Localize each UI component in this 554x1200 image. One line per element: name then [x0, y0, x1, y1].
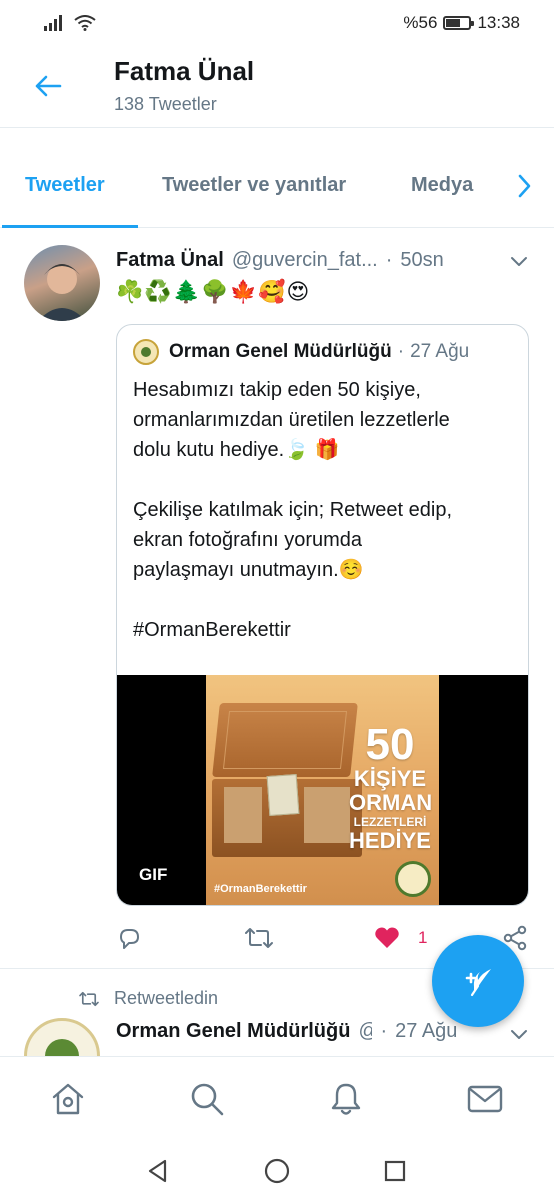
tab-tweets-and-replies[interactable]: Tweetler ve yanıtlar: [162, 174, 346, 197]
battery-percent: %56: [403, 13, 438, 32]
system-back-button[interactable]: [143, 1156, 173, 1186]
text-line: paylaşmayı unutmayın.☺️: [133, 559, 364, 581]
system-navigation: [0, 1142, 554, 1200]
tweet[interactable]: Fatma Ünal @guvercin_fat... · 50sn ☘️♻️🌲…: [0, 229, 554, 969]
chevron-down-icon: [511, 257, 527, 266]
status-bar: %56 13:38: [0, 0, 554, 46]
heart-icon: [375, 927, 399, 948]
author-handle[interactable]: @: [358, 1020, 372, 1043]
retweet-indicator: Retweetledin: [78, 988, 218, 1009]
gift-package: [266, 774, 300, 816]
retweet-button[interactable]: [244, 923, 274, 953]
tweet-menu-button[interactable]: [510, 1028, 528, 1040]
notifications-icon: [331, 1083, 361, 1115]
quoted-author-name: Orman Genel Müdürlüğü: [169, 341, 392, 362]
separator: ·: [380, 1020, 388, 1042]
author-name[interactable]: Orman Genel Müdürlüğü: [116, 1020, 350, 1043]
gif-badge: GIF: [139, 865, 168, 884]
gift-box-compartment: [304, 787, 350, 843]
profile-tabs: Tweetler Tweetler ve yanıtlar Medya: [0, 144, 554, 228]
tweet-time[interactable]: 27 Ağu: [395, 1020, 457, 1043]
avatar[interactable]: [24, 245, 100, 321]
system-recents-button[interactable]: [380, 1156, 410, 1186]
tweet-header: Orman Genel Müdürlüğü @ · 27 Ağu: [116, 1020, 457, 1043]
tweet-time[interactable]: 50sn: [400, 249, 443, 272]
chevron-down-icon: [511, 1030, 527, 1039]
status-right: %56 13:38: [403, 13, 520, 33]
quoted-tweet[interactable]: Orman Genel Müdürlüğü · 27 Ağu Hesabımız…: [116, 324, 529, 906]
messages-icon: [467, 1085, 503, 1113]
gif-media[interactable]: 50 KİŞİYE ORMAN LEZZETLERİ HEDİYE #Orman…: [117, 675, 528, 905]
quoted-tweet-header: Orman Genel Müdürlüğü · 27 Ağu: [133, 339, 469, 365]
active-tab-indicator: [2, 225, 138, 228]
back-button[interactable]: [30, 68, 66, 104]
promo-line: HEDİYE: [349, 828, 431, 853]
nav-search[interactable]: [187, 1079, 227, 1119]
compose-feather-icon: [465, 969, 491, 997]
nav-notifications[interactable]: [326, 1079, 366, 1119]
recents-square-icon: [384, 1160, 406, 1182]
arrow-left-icon: [35, 75, 62, 97]
back-triangle-icon: [148, 1159, 167, 1183]
tab-media[interactable]: Medya: [411, 174, 473, 197]
retweet-icon: [79, 991, 99, 1006]
promo-line: LEZZETLERİ: [353, 815, 427, 829]
tweet-count: 138 Tweetler: [114, 94, 217, 114]
system-home-button[interactable]: [262, 1156, 292, 1186]
status-left: [44, 15, 96, 31]
tab-tweets[interactable]: Tweetler: [25, 174, 105, 197]
separator: ·: [397, 341, 405, 362]
avatar-photo: [38, 264, 86, 321]
signal-icon: [44, 15, 62, 31]
reply-icon: [120, 929, 139, 949]
gift-box-compartment: [224, 787, 262, 843]
quoted-tweet-text: Hesabımızı takip eden 50 kişiye, ormanla…: [133, 375, 518, 645]
profile-header: Fatma Ünal 138 Tweetler: [0, 46, 554, 128]
home-icon: [52, 1083, 84, 1115]
promo-line: ORMAN: [349, 790, 433, 815]
promo-number: 50: [365, 720, 415, 769]
text-line: Çekilişe katılmak için; Retweet edip,: [133, 499, 453, 521]
ogm-logo: [395, 861, 431, 897]
tweet-menu-button[interactable]: [510, 255, 528, 267]
promo-text: 50 KİŞİYE ORMAN LEZZETLERİ HEDİYE: [349, 720, 433, 853]
text-line: ekran fotoğrafını yorumda: [133, 529, 363, 551]
reply-button[interactable]: [116, 923, 142, 953]
status-time: 13:38: [477, 13, 520, 32]
compose-tweet-button[interactable]: [432, 935, 524, 1027]
like-count: 1: [418, 928, 428, 947]
wifi-icon: [74, 15, 96, 31]
search-icon: [191, 1083, 224, 1116]
separator: ·: [385, 249, 393, 271]
text-line: Hesabımızı takip eden 50 kişiye,: [133, 379, 421, 401]
quoted-tweet-time: 27 Ağu: [410, 341, 470, 362]
battery-fill: [446, 19, 460, 27]
retweet-indicator-text: Retweetledin: [114, 988, 219, 1008]
text-line: dolu kutu hediye.🍃 🎁: [133, 439, 340, 461]
tweet-header: Fatma Ünal @guvercin_fat... · 50sn: [116, 249, 536, 272]
author-handle[interactable]: @guvercin_fat...: [232, 249, 378, 272]
home-circle-icon: [264, 1158, 290, 1184]
like-button[interactable]: 1: [374, 923, 427, 953]
quoted-avatar: [133, 339, 159, 365]
retweet-icon: [245, 928, 273, 948]
promo-image: 50 KİŞİYE ORMAN LEZZETLERİ HEDİYE #Orman…: [206, 675, 439, 905]
promo-line: KİŞİYE: [353, 766, 427, 791]
author-name[interactable]: Fatma Ünal: [116, 249, 224, 272]
nav-home[interactable]: [48, 1079, 88, 1119]
bottom-navigation: [0, 1056, 554, 1142]
promo-hashtag: #OrmanBerekettir: [214, 883, 307, 895]
battery-icon: [443, 16, 475, 30]
gift-box-lid: [212, 703, 358, 777]
page-title: Fatma Ünal: [114, 56, 255, 86]
nav-messages[interactable]: [465, 1079, 505, 1119]
text-line: ormanlarımızdan üretilen lezzetlerle: [133, 409, 450, 431]
chevron-right-icon: [518, 174, 531, 198]
tabs-scroll-button[interactable]: [514, 172, 534, 200]
hashtag[interactable]: #OrmanBerekettir: [133, 615, 518, 645]
tweet-text: ☘️♻️🌲🌳🍁🥰😍: [116, 279, 311, 304]
